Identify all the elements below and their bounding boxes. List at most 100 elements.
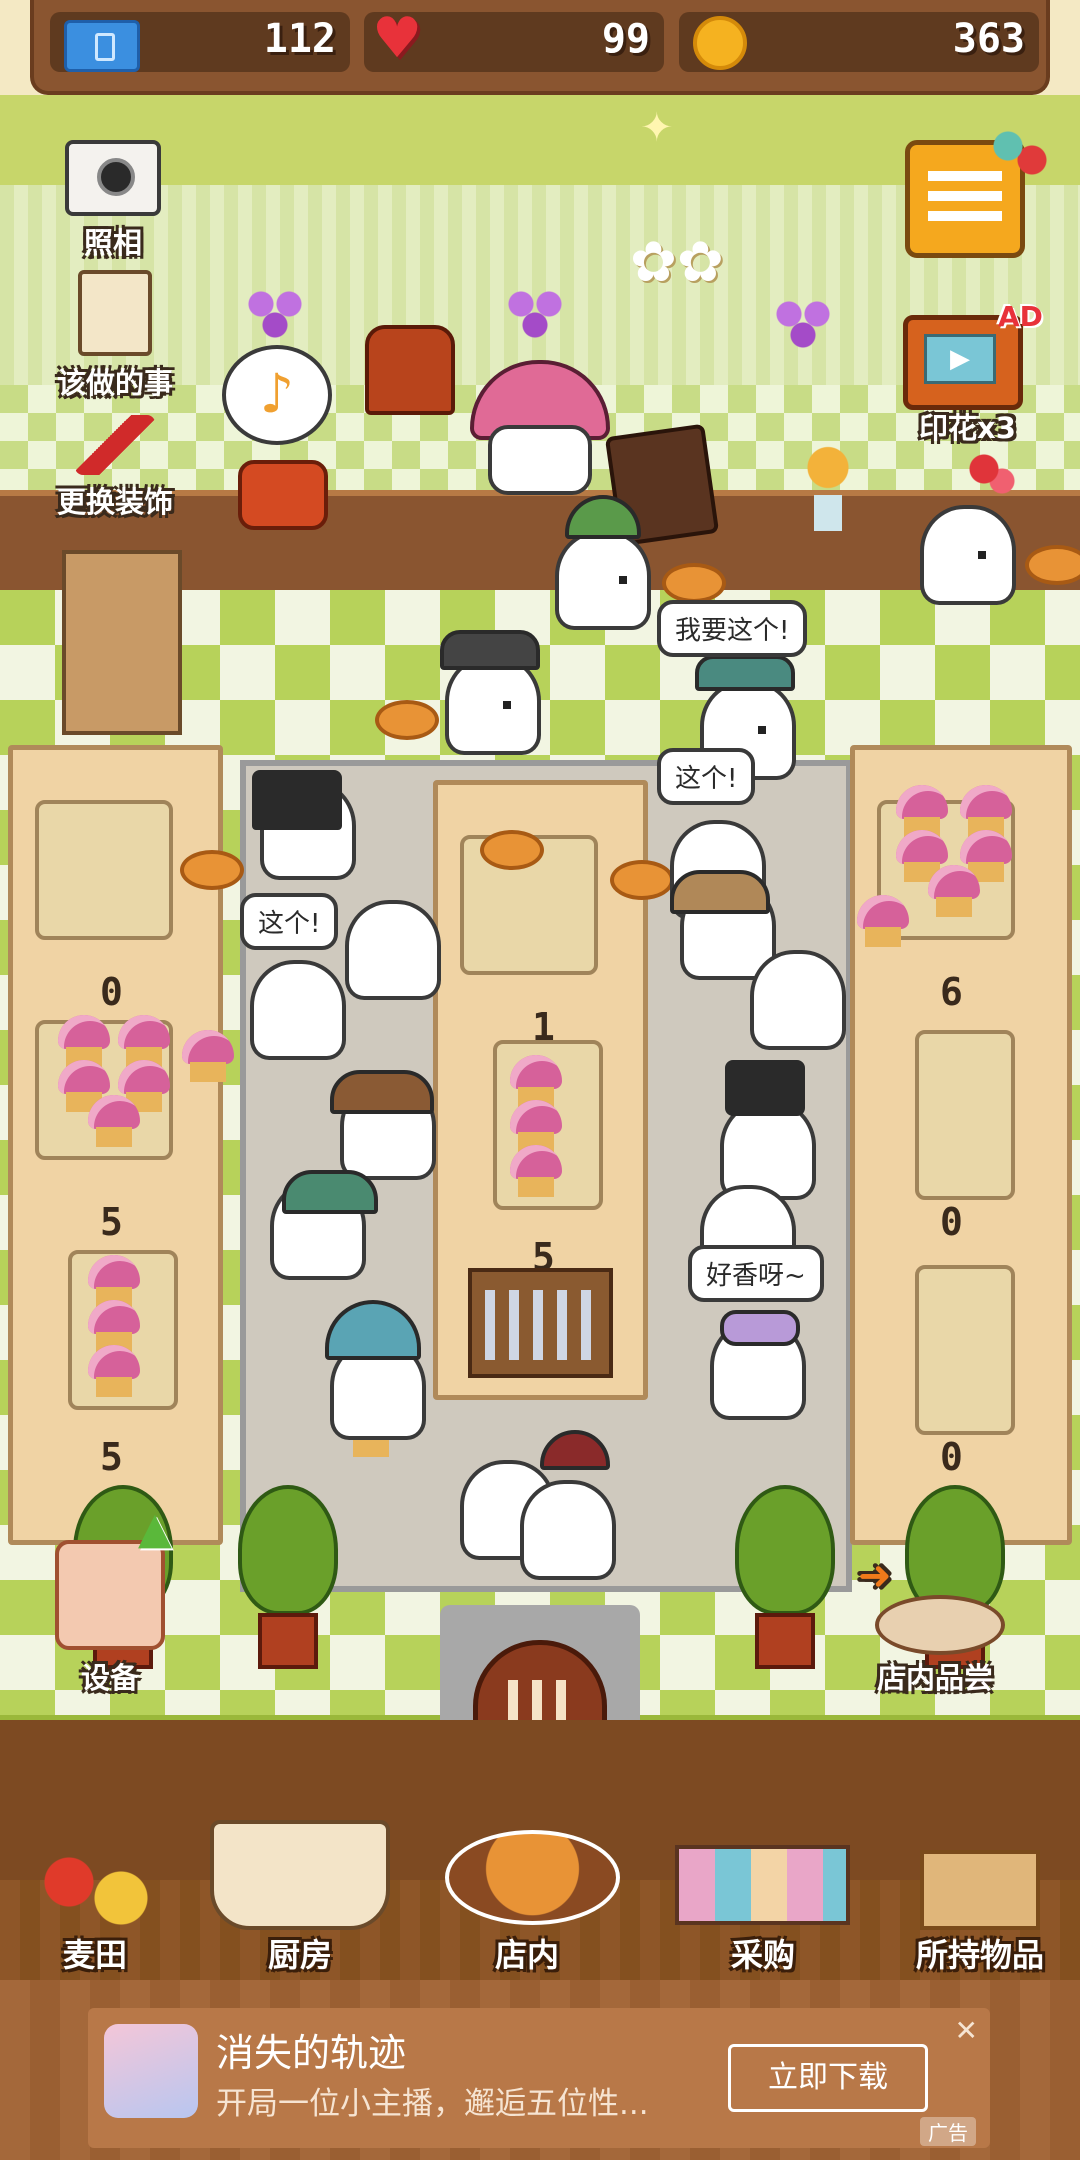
ad-title: 消失的轨迹 [216, 2031, 407, 2075]
hat [670, 870, 770, 914]
photo-button[interactable]: 照相 [48, 140, 178, 262]
resource-bar: 112 ♥ 99 363 [30, 0, 1050, 95]
pie [480, 830, 544, 870]
heart-counter[interactable]: ♥ 99 [364, 6, 664, 72]
muffin [928, 865, 980, 917]
flower-vase [800, 445, 856, 535]
camera-icon [65, 140, 161, 216]
ad-subtitle: 开局一位小主播，邂逅五位性... [216, 2086, 649, 2122]
eye [503, 701, 511, 709]
customer[interactable] [920, 505, 1016, 605]
flower-decoration [960, 445, 1020, 505]
muffin [510, 1145, 562, 1197]
nav-field[interactable]: 麦田 [10, 1930, 180, 1976]
speech-bubble: 这个! [240, 893, 339, 950]
table-count: 1 [532, 1005, 555, 1049]
potted-plant [730, 1485, 840, 1685]
hat [720, 1310, 800, 1346]
kitchen-icon [210, 1820, 390, 1930]
tv-icon: ▶ [924, 334, 996, 384]
eye [978, 551, 986, 559]
muffin [182, 1030, 234, 1082]
ad-banner[interactable]: 消失的轨迹 开局一位小主播，邂逅五位性... 立即下载 ✕ 广告 [88, 2008, 990, 2148]
tasting-label: 店内品尝 [876, 1661, 993, 1695]
pie [180, 850, 244, 890]
ad-tag: 广告 [920, 2117, 976, 2146]
coin-counter[interactable]: 363 [679, 12, 1039, 72]
fork-icon [485, 1290, 595, 1360]
coin-count: 363 [952, 16, 1025, 62]
ticket-count: 112 [263, 16, 336, 62]
hat [282, 1170, 378, 1214]
hat [440, 630, 540, 670]
ticket-icon [64, 20, 140, 72]
ad-badge: AD [998, 300, 1043, 333]
lens [97, 158, 135, 196]
equipment-label: 设备 [80, 1661, 139, 1695]
pie [375, 700, 439, 740]
customer[interactable] [250, 960, 346, 1060]
radio-decoration [365, 325, 455, 415]
customer[interactable] [750, 950, 846, 1050]
nav-kitchen[interactable]: 厨房 [215, 1930, 385, 1976]
muffin [88, 1095, 140, 1147]
todo-button[interactable]: 该做的事 [30, 270, 200, 402]
speech-bubble: 好香呀~ [688, 1245, 824, 1302]
decor-button[interactable]: 更换装饰 [30, 415, 200, 521]
shopkeeper[interactable] [488, 425, 592, 495]
ad-download-button[interactable]: 立即下载 [728, 2044, 928, 2112]
table-count: 6 [940, 970, 963, 1014]
grape-decoration [768, 290, 838, 350]
pie [662, 563, 726, 603]
ticket-counter[interactable]: 112 [50, 12, 350, 72]
sparkle-decoration: ✦ [640, 105, 674, 151]
customer[interactable] [345, 900, 441, 1000]
eye [758, 726, 766, 734]
table-count: 5 [100, 1200, 123, 1244]
pie [610, 860, 674, 900]
orange-arrow-icon: ➜ [858, 1553, 892, 1599]
equipment-button[interactable]: ▲ 设备 [50, 1503, 172, 1697]
ad-close-icon[interactable]: ✕ [955, 2014, 978, 2047]
table-count: 0 [100, 970, 123, 1014]
pie-basket-icon [55, 1540, 165, 1650]
nav-items[interactable]: 所持物品 [890, 1930, 1070, 1976]
display-plate[interactable] [35, 800, 173, 940]
nav-shopping[interactable]: 采购 [678, 1930, 848, 1976]
speech-bubble: 这个! [657, 748, 756, 805]
display-plate[interactable] [915, 1030, 1015, 1200]
customer[interactable] [555, 530, 651, 630]
table-count: 5 [100, 1435, 123, 1479]
balloon-decoration [990, 118, 1050, 188]
items-box-icon [920, 1850, 1040, 1930]
clipboard-icon [78, 270, 152, 356]
eye [619, 576, 627, 584]
store-basket-icon [445, 1830, 620, 1925]
hat [252, 770, 342, 830]
hat [725, 1060, 805, 1116]
coin-icon [693, 16, 747, 70]
tasting-button[interactable]: ➜ 店内品尝 [850, 1553, 1020, 1697]
muffin [88, 1345, 140, 1397]
music-note-icon[interactable]: ♪ [222, 345, 332, 445]
pie [1025, 545, 1080, 585]
potted-plant [233, 1485, 343, 1685]
customer[interactable] [445, 655, 541, 755]
speech-bubble: 我要这个! [657, 600, 808, 657]
ad-avatar [104, 2024, 198, 2118]
tasting-plate-icon [875, 1595, 1005, 1655]
display-plate[interactable] [915, 1265, 1015, 1435]
heart-icon: ♥ [372, 6, 423, 71]
shopping-icon [675, 1845, 850, 1925]
muffin [857, 895, 909, 947]
grape-decoration [240, 280, 310, 340]
nav-store[interactable]: 店内 [442, 1930, 612, 1976]
todo-label: 该做的事 [56, 366, 173, 400]
customer[interactable] [520, 1480, 616, 1580]
hat [695, 655, 795, 691]
grape-decoration [500, 280, 570, 340]
upgrade-arrow-icon: ▲ [138, 1503, 172, 1554]
cardboard-box [62, 550, 182, 735]
wheat-field-icon [30, 1850, 160, 1930]
telephone-icon[interactable] [238, 460, 328, 530]
